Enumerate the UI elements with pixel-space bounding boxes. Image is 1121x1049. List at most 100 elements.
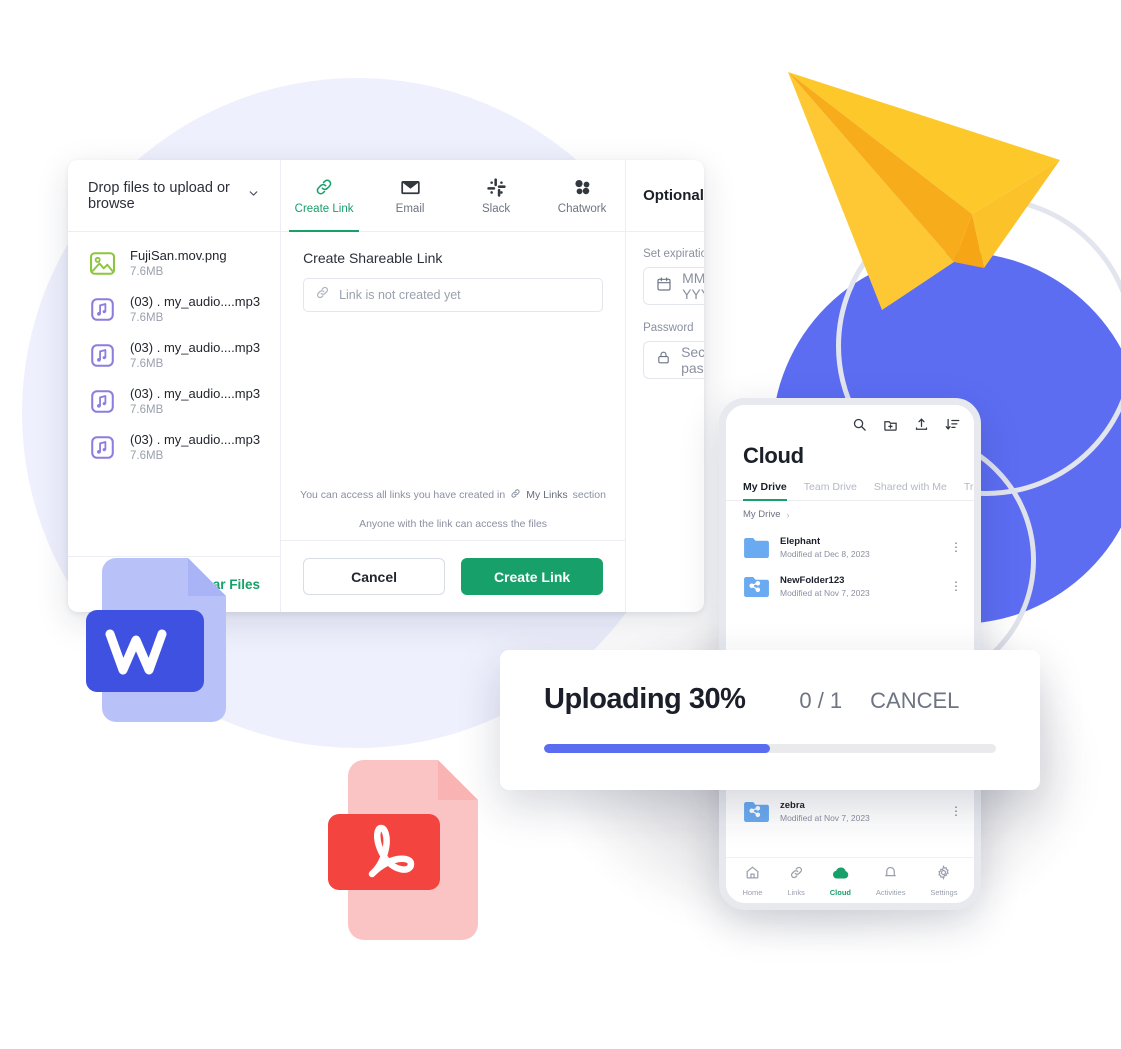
optional-settings-header: Optional Settings xyxy=(626,160,704,232)
upload-progress-bar xyxy=(544,744,996,753)
access-note: Anyone with the link can access the file… xyxy=(359,518,548,530)
expiration-date-field[interactable]: MM / DD / YYYY xyxy=(643,267,704,305)
file-size: 7.6MB xyxy=(130,266,164,278)
search-icon[interactable] xyxy=(852,417,867,437)
my-links-note: You can access all links you have create… xyxy=(293,488,613,502)
tab-slack[interactable]: Slack xyxy=(453,160,539,231)
illustration-stage: Drop files to upload or browse FujiSan.m… xyxy=(0,0,1121,1049)
shared-folder-icon xyxy=(743,801,770,823)
password-placeholder: Secure with password xyxy=(681,344,704,376)
note-suffix: section xyxy=(572,489,606,501)
list-item[interactable]: FujiSan.mov.png 7.6MB xyxy=(68,240,280,286)
audio-file-icon xyxy=(88,433,117,462)
phone-bottom-nav: Home Links Cloud Activities Settings xyxy=(726,857,974,903)
item-modified: Modified at Dec 8, 2023 xyxy=(780,549,870,559)
audio-file-icon xyxy=(88,387,117,416)
breadcrumb-separator: › xyxy=(786,509,790,520)
chevron-down-icon xyxy=(247,187,260,205)
more-options-icon[interactable]: ⋮ xyxy=(950,580,962,593)
share-dialog: Drop files to upload or browse FujiSan.m… xyxy=(68,160,704,612)
share-tabs: Create Link Email Slack Chatwork xyxy=(281,160,626,232)
cancel-button[interactable]: Cancel xyxy=(303,558,446,595)
more-options-icon[interactable]: ⋮ xyxy=(950,541,962,554)
dialog-footer: Cancel Create Link xyxy=(281,540,626,612)
shareable-link-field[interactable]: Link is not created yet xyxy=(303,278,604,312)
nav-item-settings[interactable]: Settings xyxy=(930,864,957,897)
list-item[interactable]: (03) . my_audio....mp3 7.6MB xyxy=(68,332,280,378)
drop-files-label: Drop files to upload or browse xyxy=(88,179,230,212)
nav-label: Cloud xyxy=(829,887,851,897)
nav-label: Activities xyxy=(875,887,906,897)
optional-settings-panel: Optional Settings Set expiration date of… xyxy=(626,160,704,612)
word-document-icon xyxy=(84,556,240,724)
phone-tabs: My Drive Team Drive Shared with Me Trash xyxy=(726,469,974,501)
file-name: (03) . my_audio....mp3 xyxy=(130,294,261,309)
phone-tab-team-drive[interactable]: Team Drive xyxy=(804,481,857,500)
password-label: Password xyxy=(643,322,694,334)
tab-label: Create Link xyxy=(294,203,354,215)
nav-item-activities[interactable]: Activities xyxy=(875,865,906,897)
phone-toolbar xyxy=(726,405,974,437)
item-name: NewFolder123 xyxy=(780,575,845,586)
sort-icon[interactable] xyxy=(945,417,960,437)
bell-icon xyxy=(883,865,898,885)
new-folder-icon[interactable] xyxy=(883,417,898,437)
breadcrumb-item[interactable]: My Drive xyxy=(743,509,780,520)
upload-icon[interactable] xyxy=(914,417,929,437)
list-item[interactable]: zebra Modified at Nov 7, 2023 ⋮ xyxy=(726,792,974,831)
item-modified: Modified at Nov 7, 2023 xyxy=(780,813,870,823)
create-link-body: Create Shareable Link Link is not create… xyxy=(281,232,625,488)
uploaded-file-list: FujiSan.mov.png 7.6MB (03) . my_audio...… xyxy=(68,232,280,556)
nav-label: Home xyxy=(742,887,763,897)
link-icon xyxy=(789,865,804,885)
my-links-link[interactable]: My Links xyxy=(526,489,567,501)
item-name: zebra xyxy=(780,800,805,811)
folder-icon xyxy=(743,537,770,559)
image-file-icon xyxy=(88,249,117,278)
nav-item-links[interactable]: Links xyxy=(787,865,805,897)
list-item[interactable]: Elephant Modified at Dec 8, 2023 ⋮ xyxy=(726,528,974,567)
share-method-panel: Create Link Email Slack Chatwork Create … xyxy=(281,160,627,612)
file-name: (03) . my_audio....mp3 xyxy=(130,386,261,401)
tab-chatwork[interactable]: Chatwork xyxy=(539,160,625,231)
nav-item-home[interactable]: Home xyxy=(742,865,762,897)
file-upload-panel: Drop files to upload or browse FujiSan.m… xyxy=(68,160,282,612)
upload-cancel-button[interactable]: CANCEL xyxy=(870,688,959,714)
create-shareable-link-title: Create Shareable Link xyxy=(303,250,443,266)
gear-icon xyxy=(936,864,951,885)
lock-icon xyxy=(656,350,671,370)
paper-plane-icon xyxy=(772,62,1060,324)
upload-count: 0 / 1 xyxy=(799,688,843,713)
file-size: 7.6MB xyxy=(130,404,164,416)
tab-create-link[interactable]: Create Link xyxy=(281,160,367,232)
phone-tab-shared-with-me[interactable]: Shared with Me xyxy=(874,481,947,500)
breadcrumb: My Drive › xyxy=(726,501,974,520)
phone-tab-my-drive[interactable]: My Drive xyxy=(743,481,787,501)
list-item[interactable]: (03) . my_audio....mp3 7.6MB xyxy=(68,286,280,332)
list-item[interactable]: (03) . my_audio....mp3 7.6MB xyxy=(68,424,280,470)
create-link-button[interactable]: Create Link xyxy=(461,558,604,595)
file-size: 7.6MB xyxy=(130,450,164,462)
nav-label: Links xyxy=(787,887,805,897)
link-placeholder: Link is not created yet xyxy=(339,288,461,302)
chatwork-icon xyxy=(572,176,593,198)
expiration-placeholder: MM / DD / YYYY xyxy=(682,270,704,302)
drop-files-header[interactable]: Drop files to upload or browse xyxy=(68,160,281,232)
password-field[interactable]: Secure with password xyxy=(643,341,704,379)
optional-settings-body: Set expiration date of shared l MM / DD … xyxy=(626,232,704,396)
file-name: FujiSan.mov.png xyxy=(130,248,227,263)
list-item[interactable]: NewFolder123 Modified at Nov 7, 2023 ⋮ xyxy=(726,567,974,606)
home-icon xyxy=(745,865,760,885)
envelope-icon xyxy=(400,176,421,198)
list-item[interactable]: (03) . my_audio....mp3 7.6MB xyxy=(68,378,280,424)
optional-settings-title: Optional Settings xyxy=(643,187,704,204)
phone-page-title: Cloud xyxy=(743,443,804,468)
slack-icon xyxy=(486,176,507,198)
tab-email[interactable]: Email xyxy=(367,160,453,231)
audio-file-icon xyxy=(88,295,117,324)
tab-label: Slack xyxy=(482,203,511,215)
phone-tab-trash[interactable]: Trash xyxy=(964,481,974,500)
nav-item-cloud[interactable]: Cloud xyxy=(830,865,851,897)
tab-label: Email xyxy=(395,203,425,215)
more-options-icon[interactable]: ⋮ xyxy=(950,805,962,818)
